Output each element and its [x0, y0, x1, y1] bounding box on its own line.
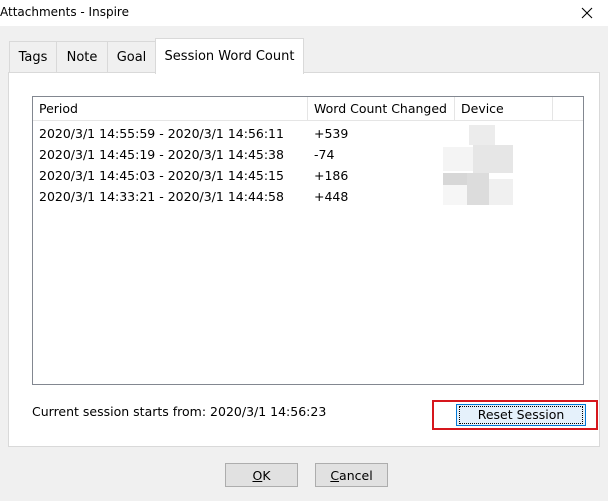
column-header-period[interactable]: Period: [33, 97, 308, 121]
session-word-count-panel: Period Word Count Changed Device 2020/3/…: [8, 72, 600, 447]
word-count-cell: +539: [314, 126, 349, 141]
column-header-device[interactable]: Device: [455, 97, 553, 121]
tab-label: Note: [66, 50, 98, 65]
word-count-cell: -74: [314, 147, 335, 162]
close-icon: [581, 7, 593, 19]
close-button[interactable]: [576, 2, 598, 24]
session-list[interactable]: Period Word Count Changed Device 2020/3/…: [32, 96, 584, 385]
tab-session-word-count[interactable]: Session Word Count: [155, 38, 304, 74]
word-count-cell: +186: [314, 168, 349, 183]
list-header: Period Word Count Changed Device: [33, 97, 583, 121]
tab-note[interactable]: Note: [56, 41, 108, 73]
title-bar: Attachments - Inspire: [0, 0, 608, 26]
ok-label: OK: [252, 467, 271, 483]
window-title: Attachments - Inspire: [0, 5, 129, 19]
tab-label: Goal: [116, 50, 147, 65]
reset-session-button[interactable]: Reset Session: [456, 404, 586, 426]
tab-goal[interactable]: Goal: [107, 41, 156, 73]
period-cell: 2020/3/1 14:55:59 - 2020/3/1 14:56:11: [39, 126, 284, 141]
tab-label: Session Word Count: [164, 49, 295, 64]
redacted-device-blur: [443, 125, 513, 205]
session-start-text: Current session starts from: 2020/3/1 14…: [32, 404, 327, 419]
tab-tags[interactable]: Tags: [9, 41, 57, 73]
ok-button[interactable]: OK: [225, 463, 298, 487]
column-header-word-count-changed[interactable]: Word Count Changed: [308, 97, 455, 121]
tab-label: Tags: [18, 50, 48, 65]
cancel-button[interactable]: Cancel: [315, 463, 388, 487]
attachments-dialog: Attachments - Inspire Tags Note Goal Ses…: [0, 0, 608, 501]
word-count-cell: +448: [314, 189, 349, 204]
period-cell: 2020/3/1 14:33:21 - 2020/3/1 14:44:58: [39, 189, 284, 204]
period-cell: 2020/3/1 14:45:03 - 2020/3/1 14:45:15: [39, 168, 284, 183]
reset-session-label: Reset Session: [458, 406, 584, 424]
cancel-label: Cancel: [330, 467, 373, 483]
period-cell: 2020/3/1 14:45:19 - 2020/3/1 14:45:38: [39, 147, 284, 162]
